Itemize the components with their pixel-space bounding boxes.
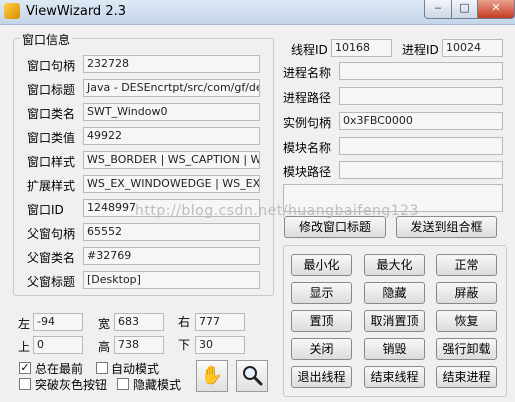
width-field[interactable]: 683 bbox=[114, 313, 164, 331]
parent-handle-field[interactable]: 65552 bbox=[83, 223, 260, 241]
force-unload-button[interactable]: 强行卸载 bbox=[436, 338, 497, 360]
label-process-id: 进程ID bbox=[402, 43, 439, 57]
auto-mode-label: 自动模式 bbox=[111, 362, 160, 376]
auto-mode-checkbox[interactable] bbox=[96, 362, 108, 374]
parent-title-field[interactable]: [Desktop] bbox=[83, 271, 260, 289]
height-field[interactable]: 738 bbox=[114, 336, 164, 354]
module-path-field[interactable] bbox=[339, 161, 503, 179]
instance-handle-field[interactable]: 0x3FBC0000 bbox=[339, 112, 503, 130]
exit-thread-button[interactable]: 退出线程 bbox=[291, 366, 352, 388]
hide-mode-label: 隐藏模式 bbox=[133, 378, 182, 392]
maximize-button[interactable]: □ bbox=[451, 0, 478, 19]
group-title: 窗口信息 bbox=[20, 31, 73, 48]
window-id-field[interactable]: 1248997 bbox=[83, 199, 260, 217]
destroy-window-button[interactable]: 销毁 bbox=[364, 338, 425, 360]
label-ex-style: 扩展样式 bbox=[27, 179, 76, 193]
process-path-field[interactable] bbox=[339, 87, 503, 105]
hide-mode-checkbox[interactable] bbox=[117, 378, 129, 390]
label-parent-class: 父窗类名 bbox=[27, 251, 76, 265]
break-gray-checkbox[interactable] bbox=[19, 378, 31, 390]
label-height: 高 bbox=[98, 340, 111, 354]
label-window-id: 窗口ID bbox=[27, 203, 64, 217]
module-path-extended-field[interactable] bbox=[283, 184, 503, 212]
end-process-button[interactable]: 结束进程 bbox=[436, 366, 497, 388]
module-name-field[interactable] bbox=[339, 137, 503, 155]
label-top: 上 bbox=[18, 340, 31, 354]
title-bar: ViewWizard 2.3 ‒ □ ✕ bbox=[0, 0, 515, 25]
app-icon bbox=[4, 3, 20, 19]
break-gray-label: 突破灰色按钮 bbox=[35, 378, 108, 392]
label-parent-handle: 父窗句柄 bbox=[27, 227, 76, 241]
process-id-field[interactable]: 10024 bbox=[442, 39, 503, 57]
label-module-path: 模块路径 bbox=[283, 165, 332, 179]
normal-window-button[interactable]: 正常 bbox=[436, 254, 497, 276]
cancel-topmost-button[interactable]: 取消置顶 bbox=[364, 310, 425, 332]
magnifier-icon[interactable] bbox=[236, 360, 268, 392]
label-window-style: 窗口样式 bbox=[27, 155, 76, 169]
right-field[interactable]: 777 bbox=[195, 313, 245, 331]
top-field[interactable]: 0 bbox=[33, 336, 83, 354]
label-class-value: 窗口类值 bbox=[27, 131, 76, 145]
always-on-top-label: 总在最前 bbox=[35, 362, 84, 376]
label-instance-handle: 实例句柄 bbox=[283, 116, 332, 130]
label-right: 右 bbox=[178, 315, 191, 329]
minimize-window-button[interactable]: 最小化 bbox=[291, 254, 352, 276]
label-process-path: 进程路径 bbox=[283, 91, 332, 105]
maximize-window-button[interactable]: 最大化 bbox=[364, 254, 425, 276]
window-class-field[interactable]: SWT_Window0 bbox=[83, 103, 260, 121]
window-style-field[interactable]: WS_BORDER | WS_CAPTION | WS_C bbox=[83, 151, 260, 169]
restore-button[interactable]: 恢复 bbox=[436, 310, 497, 332]
process-name-field[interactable] bbox=[339, 62, 503, 80]
thread-id-field[interactable]: 10168 bbox=[331, 39, 392, 57]
send-to-combo-button[interactable]: 发送到组合框 bbox=[396, 216, 497, 238]
minimize-button[interactable]: ‒ bbox=[424, 0, 452, 19]
label-left: 左 bbox=[18, 317, 31, 331]
label-width: 宽 bbox=[98, 317, 111, 331]
topmost-button[interactable]: 置顶 bbox=[291, 310, 352, 332]
hand-icon[interactable]: ✋ bbox=[196, 360, 228, 392]
class-value-field[interactable]: 49922 bbox=[83, 127, 260, 145]
close-window-button[interactable]: 关闭 bbox=[291, 338, 352, 360]
window-title-field[interactable]: Java - DESEncrtpt/src/com/gf/desen bbox=[83, 79, 260, 97]
label-bottom: 下 bbox=[178, 338, 191, 352]
show-window-button[interactable]: 显示 bbox=[291, 282, 352, 304]
label-window-title: 窗口标题 bbox=[27, 83, 76, 97]
bottom-field[interactable]: 30 bbox=[195, 336, 245, 354]
label-process-name: 进程名称 bbox=[283, 66, 332, 80]
modify-title-button[interactable]: 修改窗口标题 bbox=[284, 216, 386, 238]
block-window-button[interactable]: 屏蔽 bbox=[436, 282, 497, 304]
left-field[interactable]: -94 bbox=[33, 313, 83, 331]
label-parent-title: 父窗标题 bbox=[27, 275, 76, 289]
ex-style-field[interactable]: WS_EX_WINDOWEDGE | WS_EX_NO bbox=[83, 175, 260, 193]
label-module-name: 模块名称 bbox=[283, 141, 332, 155]
end-thread-button[interactable]: 结束线程 bbox=[364, 366, 425, 388]
always-on-top-checkbox[interactable]: ✓ bbox=[19, 362, 31, 374]
parent-class-field[interactable]: #32769 bbox=[83, 247, 260, 265]
label-thread-id: 线程ID bbox=[291, 43, 328, 57]
label-window-class: 窗口类名 bbox=[27, 107, 76, 121]
label-window-handle: 窗口句柄 bbox=[27, 59, 76, 73]
hide-window-button[interactable]: 隐藏 bbox=[364, 282, 425, 304]
close-button[interactable]: ✕ bbox=[477, 0, 515, 19]
window-handle-field[interactable]: 232728 bbox=[83, 55, 260, 73]
window-title: ViewWizard 2.3 bbox=[26, 4, 126, 19]
